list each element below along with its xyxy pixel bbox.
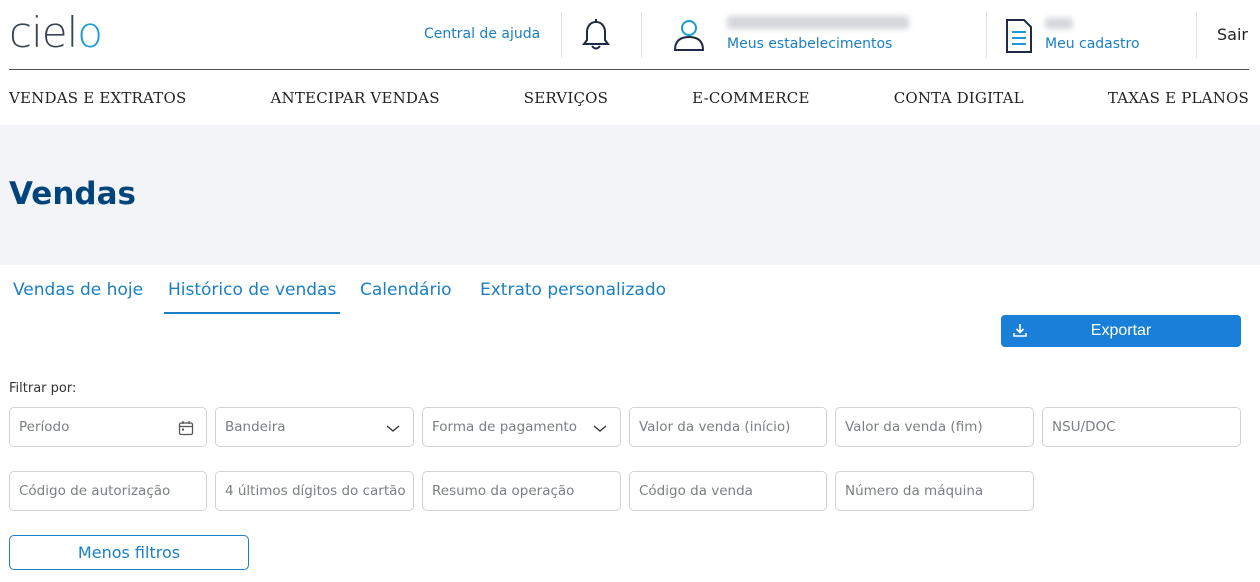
tab-custom-statement[interactable]: Extrato personalizado: [480, 278, 666, 314]
header-divider: [561, 12, 562, 58]
bell-icon[interactable]: [580, 18, 612, 52]
nsu-doc-field[interactable]: [1042, 407, 1241, 447]
nav-item-digital-account[interactable]: CONTA DIGITAL: [894, 89, 1024, 107]
less-filters-button[interactable]: Menos filtros: [9, 535, 249, 570]
header-divider-line: [9, 69, 1249, 70]
machine-number-field[interactable]: [835, 471, 1034, 511]
page-title: Vendas: [9, 176, 136, 212]
sale-code-input[interactable]: [639, 483, 826, 499]
calendar-icon[interactable]: [178, 420, 194, 436]
nav-item-fees-plans[interactable]: TAXAS E PLANOS: [1108, 89, 1249, 107]
auth-code-input[interactable]: [19, 483, 206, 499]
value-start-field[interactable]: [629, 407, 827, 447]
auth-code-field[interactable]: [9, 471, 207, 511]
logout-button[interactable]: Sair: [1217, 25, 1248, 44]
brand-placeholder: Bandeira: [225, 419, 286, 435]
chevron-down-icon: [593, 425, 607, 432]
operation-summary-field[interactable]: [422, 471, 621, 511]
user-icon[interactable]: [672, 18, 706, 52]
payment-placeholder: Forma de pagamento: [432, 419, 577, 435]
brand-select[interactable]: Bandeira: [215, 407, 414, 447]
my-stores-link[interactable]: Meus estabelecimentos: [727, 36, 892, 52]
payment-method-select[interactable]: Forma de pagamento: [422, 407, 621, 447]
chevron-down-icon: [386, 425, 400, 432]
store-name-redacted: [727, 16, 909, 29]
value-start-input[interactable]: [639, 419, 826, 435]
nav-item-services[interactable]: SERVIÇOS: [524, 89, 608, 107]
header-divider: [986, 12, 987, 58]
tab-sales-history[interactable]: Histórico de vendas: [164, 278, 341, 314]
card-last-digits-field[interactable]: [215, 471, 414, 511]
header-divider: [641, 12, 642, 58]
sales-tabs: Vendas de hoje Histórico de vendas Calen…: [0, 278, 700, 316]
user-name-redacted: [1045, 18, 1073, 29]
page-banner: Vendas: [0, 125, 1260, 265]
document-icon[interactable]: [1005, 18, 1033, 54]
logo-text-accent: o: [77, 8, 103, 57]
nsu-doc-input[interactable]: [1052, 419, 1240, 435]
nav-item-ecommerce[interactable]: E-COMMERCE: [692, 89, 809, 107]
export-button[interactable]: Exportar: [1001, 315, 1241, 347]
cielo-logo[interactable]: cielo: [9, 8, 103, 58]
header: cielo Central de ajuda Meus estabelecime…: [0, 0, 1260, 70]
tab-calendar[interactable]: Calendário: [360, 278, 452, 314]
main-nav: VENDAS E EXTRATOS ANTECIPAR VENDAS SERVI…: [9, 82, 1249, 114]
period-picker[interactable]: Período: [9, 407, 207, 447]
header-divider: [1196, 12, 1197, 58]
download-icon: [1013, 324, 1027, 337]
operation-summary-input[interactable]: [432, 483, 620, 499]
tab-todays-sales[interactable]: Vendas de hoje: [13, 278, 143, 314]
export-button-label: Exportar: [1090, 322, 1152, 339]
my-profile-link[interactable]: Meu cadastro: [1045, 36, 1140, 52]
value-end-field[interactable]: [835, 407, 1034, 447]
card-last-digits-input[interactable]: [225, 483, 413, 499]
period-placeholder: Período: [19, 419, 70, 435]
value-end-input[interactable]: [845, 419, 1033, 435]
help-center-link[interactable]: Central de ajuda: [424, 26, 540, 42]
machine-number-input[interactable]: [845, 483, 1033, 499]
logo-text: ciel: [9, 8, 78, 57]
filter-label: Filtrar por:: [9, 381, 77, 396]
nav-item-advance-sales[interactable]: ANTECIPAR VENDAS: [271, 89, 440, 107]
sale-code-field[interactable]: [629, 471, 827, 511]
nav-item-sales-statements[interactable]: VENDAS E EXTRATOS: [9, 89, 186, 107]
